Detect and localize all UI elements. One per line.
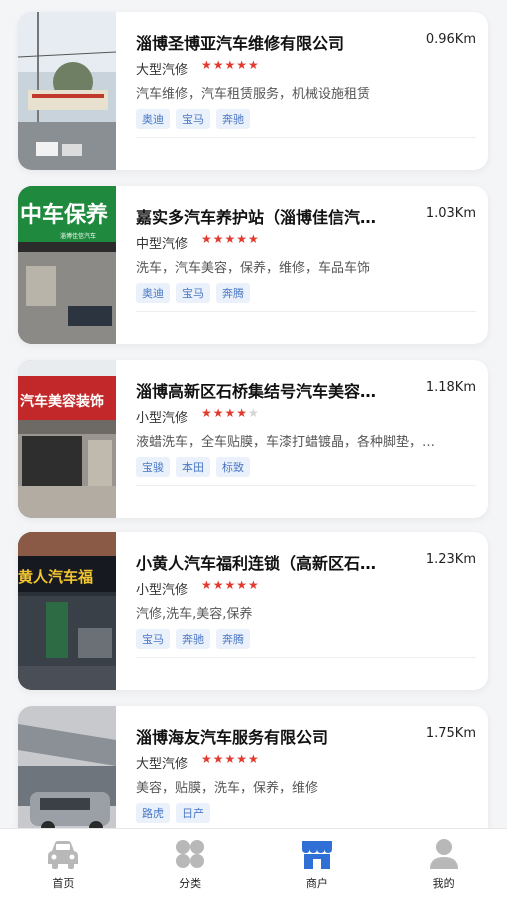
shop-name: 嘉实多汽车养护站（淄博佳信汽… [136, 208, 377, 227]
shop-distance: 0.96Km [425, 32, 476, 47]
shop-name: 小黄人汽车福利连锁（高新区石… [136, 554, 377, 573]
grid-icon [176, 840, 205, 868]
rating-stars: ★★★★★ [201, 58, 260, 72]
shop-distance: 1.23Km [425, 552, 476, 567]
brand-tag: 宝马 [176, 283, 210, 303]
star-empty-icon: ★ [248, 406, 260, 420]
shop-services: 洗车，汽车美容，保养，维修，车品车饰 [136, 261, 371, 276]
shop-name: 淄博高新区石桥集结号汽车美容… [136, 382, 377, 401]
star-icon: ★★★★★ [201, 232, 260, 246]
brand-tags: 宝马 奔驰 奔腾 [136, 629, 250, 649]
shop-services: 液蜡洗车，全车贴膜，车漆打蜡镀晶，各种脚垫，… [136, 435, 436, 450]
rating-stars: ★★★★★ [201, 406, 260, 420]
shop-type: 中型汽修 [136, 237, 189, 252]
tab-label: 商户 [305, 877, 328, 890]
brand-tags: 奥迪 宝马 奔驰 [136, 109, 250, 129]
brand-tag: 宝马 [136, 629, 170, 649]
brand-tag: 奥迪 [136, 283, 170, 303]
rating-stars: ★★★★★ [201, 752, 260, 766]
brand-tag: 本田 [176, 457, 210, 477]
shop-photo: 汽车美容装饰 [18, 360, 116, 518]
shop-photo: 黄人汽车福 [18, 532, 116, 690]
rating-stars: ★★★★★ [201, 232, 260, 246]
brand-tag: 奔腾 [216, 283, 250, 303]
shop-type: 大型汽修 [136, 63, 189, 78]
tab-label: 分类 [179, 877, 202, 890]
tab-label: 首页 [52, 877, 75, 890]
sign-text: 中车保养 [20, 202, 108, 228]
store-icon [301, 841, 332, 869]
brand-tags: 奥迪 宝马 奔腾 [136, 283, 250, 303]
brand-tag: 路虎 [136, 803, 170, 823]
shop-card[interactable]: 淄博圣博亚汽车维修有限公司 0.96Km 大型汽修 ★★★★★ 汽车维修，汽车租… [18, 12, 488, 170]
divider [136, 485, 476, 486]
shop-name: 淄博海友汽车服务有限公司 [136, 728, 329, 747]
car-icon [48, 841, 79, 869]
divider [136, 137, 476, 138]
shop-type: 小型汽修 [136, 583, 189, 598]
shop-distance: 1.18Km [425, 380, 476, 395]
brand-tag: 奔腾 [216, 629, 250, 649]
tab-home[interactable]: 首页 [0, 829, 127, 901]
shop-services: 美容，贴膜，洗车，保养，维修 [136, 781, 319, 796]
tab-mine[interactable]: 我的 [380, 829, 507, 901]
shop-card[interactable]: 黄人汽车福 小黄人汽车福利连锁（高新区石… 1.23Km 小型汽修 ★★★★★ … [18, 532, 488, 690]
shop-photo: 中车保养 淄博佳信汽车 [18, 186, 116, 344]
rating-stars: ★★★★★ [201, 578, 260, 592]
star-icon: ★★★★★ [201, 752, 260, 766]
shop-type: 大型汽修 [136, 757, 189, 772]
shop-distance: 1.03Km [425, 206, 476, 221]
brand-tag: 奔驰 [216, 109, 250, 129]
brand-tag: 标致 [216, 457, 250, 477]
brand-tag: 奔驰 [176, 629, 210, 649]
bottom-tab-bar: 首页 分类 商户 我的 [0, 828, 507, 901]
brand-tag: 奥迪 [136, 109, 170, 129]
brand-tags: 路虎 日产 [136, 803, 210, 823]
sign-text: 黄人汽车福 [18, 568, 93, 586]
user-icon [429, 839, 458, 869]
tab-category[interactable]: 分类 [127, 829, 254, 901]
tab-merchant[interactable]: 商户 [254, 829, 381, 901]
shop-distance: 1.75Km [425, 726, 476, 741]
shop-type: 小型汽修 [136, 411, 189, 426]
sign-text: 淄博佳信汽车 [60, 232, 96, 240]
tab-label: 我的 [432, 877, 455, 890]
brand-tags: 宝骏 本田 标致 [136, 457, 250, 477]
brand-tag: 日产 [176, 803, 210, 823]
star-icon: ★★★★★ [201, 578, 260, 592]
sign-text: 汽车美容装饰 [20, 393, 104, 410]
star-icon: ★★★★★ [201, 58, 260, 72]
shop-card[interactable]: 汽车美容装饰 淄博高新区石桥集结号汽车美容… 1.18Km 小型汽修 ★★★★★… [18, 360, 488, 518]
shop-services: 汽修,洗车,美容,保养 [136, 607, 253, 622]
shop-photo [18, 12, 116, 170]
divider [136, 311, 476, 312]
brand-tag: 宝马 [176, 109, 210, 129]
shop-name: 淄博圣博亚汽车维修有限公司 [136, 34, 345, 53]
brand-tag: 宝骏 [136, 457, 170, 477]
divider [136, 657, 476, 658]
shop-card[interactable]: 中车保养 淄博佳信汽车 嘉实多汽车养护站（淄博佳信汽… 1.03Km 中型汽修 … [18, 186, 488, 344]
star-icon: ★★★★ [201, 406, 249, 420]
shop-services: 汽车维修，汽车租赁服务，机械设施租赁 [136, 87, 371, 102]
